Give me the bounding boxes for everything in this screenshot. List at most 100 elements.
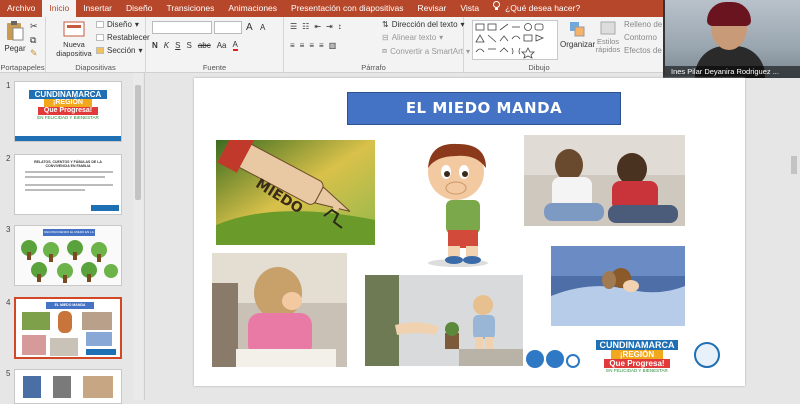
reset-button[interactable]: Restablecer [96,33,150,42]
smartart-button[interactable]: ⧈ Convertir a SmartArt ▾ [382,46,470,56]
tab-2[interactable]: Insertar [76,0,119,17]
format-painter-button[interactable]: ✎ [30,48,38,59]
font-size-select[interactable] [214,21,242,34]
arrange-icon [570,22,585,37]
thumb-5-pic [53,376,71,398]
layout-button[interactable]: Diseño ▾ [96,20,139,29]
indent-increase-icon[interactable]: ⇥ [326,22,333,31]
change-case-button[interactable]: Aa [217,41,227,50]
font-color-button[interactable]: A [232,40,238,51]
align-right-icon[interactable]: ≡ [309,41,314,50]
reset-icon [96,34,104,41]
tab-6[interactable]: Presentación con diapositivas [284,0,410,17]
tab-0[interactable]: Archivo [0,0,42,17]
tab-4[interactable]: Transiciones [159,0,221,17]
shapes-icon [475,23,545,59]
logo-seal-1 [526,350,544,368]
shape-fill-button[interactable]: Relleno de [624,20,662,29]
picture-comforting[interactable] [524,135,685,226]
columns-icon[interactable]: ▥ [329,41,337,50]
smartart-icon: ⧈ [382,46,388,55]
shadow-button[interactable]: S [186,41,191,50]
thumb-3-trees [21,240,118,283]
text-direction-icon: ⇅ [382,20,389,29]
tab-3[interactable]: Diseño [119,0,159,17]
picture-miedo-hand[interactable]: MIEDO [216,140,375,245]
picture-girl-headache[interactable] [212,253,347,367]
align-text-button[interactable]: ⊟ Alinear texto ▾ [382,33,443,42]
bold-button[interactable]: N [152,41,158,50]
thumbnail-number: 2 [6,154,11,163]
thumbnail-number: 5 [6,369,11,378]
scolding-photo [365,275,523,366]
webcam-participant-name: Ines Pilar Deyanira Rodriguez ... [665,66,800,78]
quick-styles-label: Estilos rápidos [595,37,621,54]
thumb-2-text-line [25,189,85,191]
line-spacing-icon[interactable]: ↕ [338,22,342,31]
thumbnail-number: 1 [6,81,11,90]
arrange-label: Organizar [560,40,596,49]
thumb-4-pic [82,312,112,330]
shrink-font-button[interactable]: A [260,23,265,32]
group-drawing: Organizar Estilos rápidos Relleno de Con… [464,17,664,73]
thumb-3-title: RECONOCIENDO EL MIEDO EN LA PRIMERA INFA… [43,229,95,236]
picture-scolding[interactable] [365,275,523,366]
tab-1[interactable]: Inicio [42,0,77,17]
slide-thumbnail-3[interactable]: RECONOCIENDO EL MIEDO EN LA PRIMERA INFA… [14,225,122,286]
paste-button[interactable]: Pegar [4,20,26,53]
align-center-icon[interactable]: ≡ [300,41,305,50]
tell-me-box[interactable]: ¿Qué desea hacer? [486,0,580,17]
scissors-icon: ✂ [30,21,38,31]
numbering-icon[interactable]: ☷ [302,22,309,31]
tab-7[interactable]: Revisar [411,0,454,17]
layout-label: Diseño [107,20,132,29]
copy-button[interactable]: ⧉ [30,35,36,46]
group-clipboard: Pegar ✂ ⧉ ✎ Portapapeles [0,17,46,73]
justify-icon[interactable]: ≡ [319,41,324,50]
slide-canvas[interactable]: EL MIEDO MANDA MIEDO CUNDINAMARCA ¡REGIÓ… [194,78,745,386]
slide-thumbnails-panel: 1 CUNDINAMARCA ¡REGIÓN Que Progresa! EN … [0,73,145,404]
thumb-logo-line1: CUNDINAMARCA [29,90,107,99]
slide-thumbnail-2[interactable]: RELATOS, CUENTOS Y FÁBULAS DE LA CONVIVE… [14,154,122,215]
grow-font-button[interactable]: A [246,22,253,33]
thumb-4-title: EL MIEDO MANDA [46,302,94,309]
thumbnail-logo: CUNDINAMARCA ¡REGIÓN Que Progresa! EN FE… [29,90,107,120]
strikethrough-button[interactable]: abc [198,41,211,50]
picture-child-in-bed[interactable] [551,246,685,326]
group-label-paragraph: Párrafo [361,63,386,72]
indent-decrease-icon[interactable]: ⇤ [314,22,321,31]
quick-styles-button[interactable]: Estilos rápidos [594,20,622,54]
underline-button[interactable]: S [175,41,180,50]
slide-thumbnail-5[interactable] [14,369,122,404]
section-label: Sección [107,46,136,55]
new-slide-button[interactable]: Nueva diapositiva [56,20,92,58]
align-left-icon[interactable]: ≡ [290,41,295,50]
slide-thumbnail-4[interactable]: EL MIEDO MANDA [14,297,122,359]
tab-5[interactable]: Animaciones [221,0,284,17]
chevron-down-icon: ▾ [439,33,444,42]
thumb-4-pic [86,332,112,346]
arrange-button[interactable]: Organizar [560,20,596,49]
editor-scrollbar[interactable] [788,78,800,400]
slide-thumbnail-1[interactable]: CUNDINAMARCA ¡REGIÓN Que Progresa! EN FE… [14,81,122,142]
text-direction-button[interactable]: ⇅ Dirección del texto ▾ [382,20,465,29]
section-button[interactable]: Sección ▾ [96,46,142,55]
picture-scared-boy[interactable] [416,138,506,268]
cut-button[interactable]: ✂ [30,21,38,32]
shape-effects-button[interactable]: Efectos de [624,46,662,55]
shape-outline-button[interactable]: Contorno [624,33,657,42]
shapes-gallery[interactable] [472,20,558,60]
tab-8[interactable]: Vista [453,0,486,17]
scrollbar-thumb[interactable] [791,156,797,174]
thumb-4-pic [22,312,50,330]
bullets-icon[interactable]: ☰ [290,22,297,31]
scrollbar-thumb[interactable] [135,85,141,200]
align-text-icon: ⊟ [382,33,389,42]
slide-title[interactable]: EL MIEDO MANDA [347,92,621,125]
outline-label: Contorno [624,33,657,42]
font-family-select[interactable] [152,21,212,34]
italic-button[interactable]: K [164,41,169,50]
thumb-4-logo [86,349,116,355]
thumbnails-scrollbar[interactable] [133,73,143,400]
thumbnail-footer-bar [15,136,121,141]
